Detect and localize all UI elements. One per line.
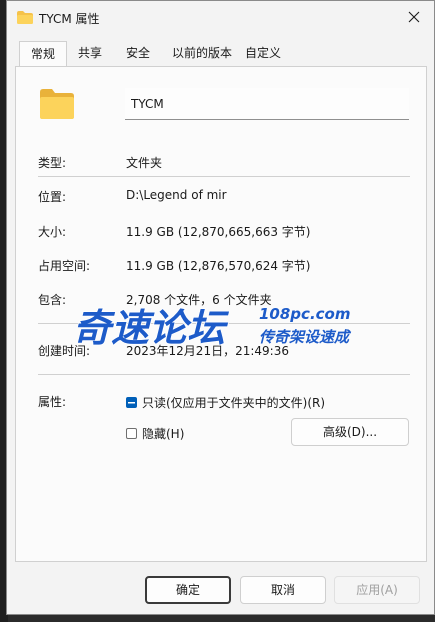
watermark-main-text: 奇速论坛: [73, 306, 230, 350]
properties-dialog: TYCM 属性 常规 共享 安全 以前的版本 自定义 类型: 文件夹 位置: D…: [6, 0, 435, 615]
close-icon: [408, 11, 420, 23]
apply-button[interactable]: 应用(A): [334, 576, 420, 604]
folder-name-input[interactable]: [125, 88, 409, 120]
hidden-checkbox[interactable]: 隐藏(H): [126, 425, 184, 442]
location-label: 位置:: [38, 190, 67, 204]
watermark-slogan: 传奇架设速成: [259, 328, 352, 346]
tab-bar: 常规 共享 安全 以前的版本 自定义: [15, 41, 427, 68]
folder-icon: [17, 11, 33, 24]
tab-customize[interactable]: 自定义: [239, 41, 287, 67]
watermark-url: 108pc.com: [259, 305, 350, 323]
divider: [38, 176, 410, 177]
divider: [38, 374, 410, 375]
tab-previous-versions[interactable]: 以前的版本: [167, 41, 237, 67]
indeterminate-checkbox-icon: [126, 397, 137, 408]
tab-security[interactable]: 安全: [115, 41, 161, 67]
contains-label: 包含:: [38, 293, 67, 307]
size-on-disk-value: 11.9 GB (12,876,570,624 字节): [126, 259, 311, 273]
size-label: 大小:: [38, 225, 67, 239]
readonly-label: 只读(仅应用于文件夹中的文件)(R): [142, 396, 326, 410]
cancel-button[interactable]: 取消: [240, 576, 326, 604]
type-label: 类型:: [38, 156, 67, 170]
window-title: TYCM 属性: [39, 12, 100, 26]
close-button[interactable]: [400, 5, 428, 29]
unchecked-checkbox-icon: [126, 428, 137, 439]
size-value: 11.9 GB (12,870,665,663 字节): [126, 225, 311, 239]
advanced-button[interactable]: 高级(D)...: [291, 418, 409, 446]
folder-icon: [40, 89, 74, 119]
tab-sharing[interactable]: 共享: [67, 41, 113, 67]
hidden-label: 隐藏(H): [142, 427, 185, 441]
watermark-logo: 奇速论坛 108pc.com 传奇架设速成: [73, 305, 352, 351]
size-on-disk-label: 占用空间:: [38, 259, 91, 273]
readonly-checkbox[interactable]: 只读(仅应用于文件夹中的文件)(R): [126, 394, 325, 411]
tab-general[interactable]: 常规: [19, 41, 67, 68]
type-value: 文件夹: [126, 156, 163, 170]
title-bar: TYCM 属性: [7, 1, 434, 35]
attributes-label: 属性:: [38, 395, 67, 409]
location-value: D:\Legend of mir: [126, 188, 227, 202]
ok-button[interactable]: 确定: [145, 576, 231, 604]
